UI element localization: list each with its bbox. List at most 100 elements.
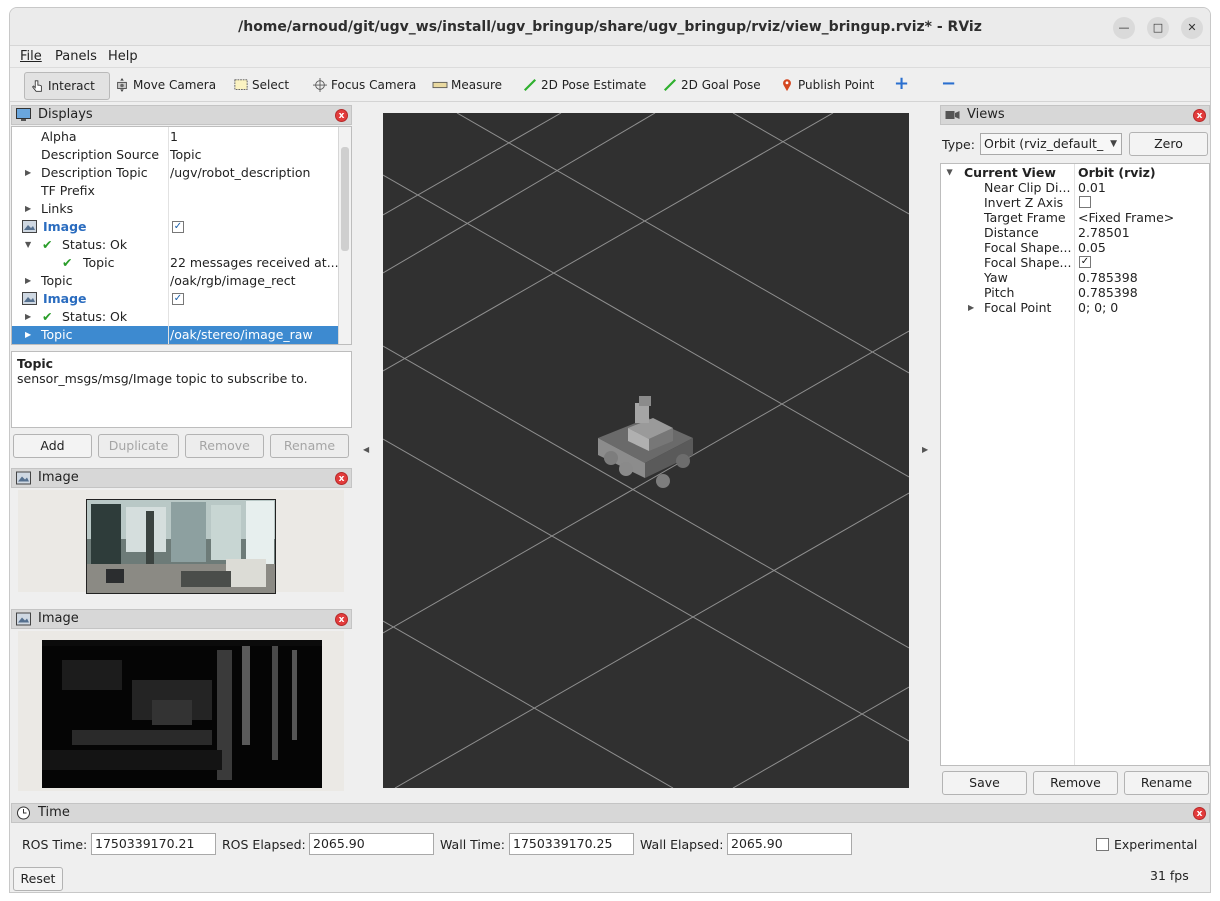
displays-panel-header[interactable]: Displays x (11, 105, 352, 125)
publish-point-tool-button[interactable]: Publish Point (779, 75, 874, 97)
tree-row[interactable]: ▶ Description Topic/ugv/robot_description (12, 164, 351, 182)
experimental-checkbox[interactable] (1096, 838, 1109, 851)
row-value[interactable]: /ugv/robot_description (170, 164, 310, 182)
invert-z-checkbox[interactable] (1079, 196, 1091, 208)
left-collapse-arrow-icon[interactable]: ◀ (363, 445, 369, 454)
view-prop-row[interactable]: Near Clip Di... 0.01 (941, 180, 1209, 195)
close-window-button[interactable]: ✕ (1181, 17, 1203, 39)
right-collapse-arrow-icon[interactable]: ▶ (922, 445, 928, 454)
remove-display-button[interactable]: Remove (185, 434, 264, 458)
scrollbar-thumb[interactable] (341, 147, 349, 251)
close-image-panel-2-icon[interactable]: x (335, 613, 348, 626)
row-value[interactable]: 0.785398 (1078, 270, 1138, 285)
maximize-button[interactable]: □ (1147, 17, 1169, 39)
time-panel-header[interactable]: Time x (11, 803, 1210, 823)
view-type-select[interactable]: Orbit (rviz_default_ ▼ (980, 133, 1122, 155)
image-panel-1-view (18, 490, 344, 594)
rename-display-button[interactable]: Rename (270, 434, 349, 458)
tree-row[interactable]: Alpha 1 (12, 128, 351, 146)
expand-arrow-icon[interactable]: ▶ (25, 308, 31, 326)
rename-view-button[interactable]: Rename (1124, 771, 1209, 795)
add-tool-button[interactable]: + (894, 75, 909, 97)
menu-panels[interactable]: Panels (55, 49, 97, 64)
image-enabled-checkbox[interactable]: ✓ (172, 221, 184, 233)
tree-row[interactable]: Description Source Topic (12, 146, 351, 164)
displays-tree[interactable]: Alpha 1 Description Source Topic ▶ Descript… (11, 126, 352, 345)
image-panel-2-header[interactable]: Image x (11, 609, 352, 629)
view-prop-row[interactable]: Target Frame <Fixed Frame> (941, 210, 1209, 225)
save-view-button[interactable]: Save (942, 771, 1027, 795)
view-properties-tree[interactable]: ▶ Current View Orbit (rviz) Near Clip Di… (940, 163, 1210, 766)
tree-row[interactable]: ✔ Topic 22 messages received at... (12, 254, 351, 272)
ros-elapsed-field[interactable]: 2065.90 (309, 833, 434, 855)
view-prop-row[interactable]: ▶ Focal Point 0; 0; 0 (941, 300, 1209, 315)
row-value[interactable]: /oak/stereo/image_raw (170, 326, 313, 344)
remove-tool-button[interactable]: − (941, 75, 956, 97)
view-prop-row[interactable]: Focal Shape... 0.05 (941, 240, 1209, 255)
close-image-panel-1-icon[interactable]: x (335, 472, 348, 485)
focus-camera-tool-button[interactable]: Focus Camera (312, 75, 416, 97)
expand-arrow-icon[interactable]: ▶ (968, 300, 974, 315)
row-value[interactable]: 0.05 (1078, 240, 1106, 255)
menu-file[interactable]: File (20, 49, 42, 64)
title-bar[interactable]: /home/arnoud/git/ugv_ws/install/ugv_brin… (10, 8, 1210, 46)
view-prop-row[interactable]: Focal Shape... ✓ (941, 255, 1209, 270)
tree-row[interactable]: ▶ ✔ Status: Ok (12, 236, 351, 254)
menu-help[interactable]: Help (108, 49, 138, 64)
view-prop-row[interactable]: Distance 2.78501 (941, 225, 1209, 240)
row-value[interactable]: 0.785398 (1078, 285, 1138, 300)
close-time-icon[interactable]: x (1193, 807, 1206, 820)
row-key: Yaw (984, 270, 1008, 285)
image-panel-1-header[interactable]: Image x (11, 468, 352, 488)
collapse-arrow-icon[interactable]: ▶ (19, 242, 37, 248)
move-camera-tool-button[interactable]: Move Camera (114, 75, 216, 97)
duplicate-display-button[interactable]: Duplicate (98, 434, 179, 458)
image-panel-2-title: Image (38, 611, 79, 626)
interact-tool-button[interactable]: Interact (24, 72, 110, 100)
wall-elapsed-field[interactable]: 2065.90 (727, 833, 852, 855)
image-enabled-checkbox[interactable]: ✓ (172, 293, 184, 305)
goal-pose-tool-button[interactable]: 2D Goal Pose (662, 75, 761, 97)
reset-button[interactable]: Reset (13, 867, 63, 891)
render-viewport[interactable] (383, 113, 909, 788)
wall-time-field[interactable]: 1750339170.25 (509, 833, 634, 855)
view-type-label: Type: (942, 137, 975, 152)
row-value[interactable]: <Fixed Frame> (1078, 210, 1174, 225)
row-value[interactable]: Topic (170, 146, 201, 164)
close-views-icon[interactable]: x (1193, 109, 1206, 122)
view-prop-row[interactable]: Yaw 0.785398 (941, 270, 1209, 285)
close-displays-icon[interactable]: x (335, 109, 348, 122)
ros-time-field[interactable]: 1750339170.21 (91, 833, 216, 855)
expand-arrow-icon[interactable]: ▶ (25, 200, 31, 218)
current-view-row[interactable]: ▶ Current View Orbit (rviz) (941, 165, 1209, 180)
displays-scrollbar[interactable] (338, 127, 351, 344)
remove-view-button[interactable]: Remove (1033, 771, 1118, 795)
row-value[interactable]: /oak/rgb/image_rect (170, 272, 295, 290)
tree-row-image-display[interactable]: Image ✓ (12, 218, 351, 236)
select-box-icon (234, 79, 248, 90)
row-value[interactable]: 1 (170, 128, 178, 146)
tree-row[interactable]: ▶ Topic/oak/rgb/image_rect (12, 272, 351, 290)
tree-row-image-display[interactable]: Image ✓ (12, 290, 351, 308)
focal-shape-checkbox[interactable]: ✓ (1079, 256, 1091, 268)
row-value[interactable]: 2.78501 (1078, 225, 1130, 240)
minimize-button[interactable]: — (1113, 17, 1135, 39)
tree-row[interactable]: TF Prefix (12, 182, 351, 200)
expand-arrow-icon[interactable]: ▶ (25, 326, 31, 344)
view-prop-row[interactable]: Pitch 0.785398 (941, 285, 1209, 300)
expand-arrow-icon[interactable]: ▶ (25, 272, 31, 290)
expand-arrow-icon[interactable]: ▶ (25, 164, 31, 182)
measure-tool-button[interactable]: Measure (432, 75, 502, 97)
row-value[interactable]: 0.01 (1078, 180, 1106, 195)
add-display-button[interactable]: Add (13, 434, 92, 458)
zero-view-button[interactable]: Zero (1129, 132, 1208, 156)
row-value[interactable]: 0; 0; 0 (1078, 300, 1118, 315)
tree-row-selected[interactable]: ▶ Topic/oak/stereo/image_raw (12, 326, 340, 344)
tree-row[interactable]: ▶ ✔ Status: Ok (12, 308, 351, 326)
select-tool-button[interactable]: Select (233, 75, 289, 97)
pose-estimate-tool-button[interactable]: 2D Pose Estimate (522, 75, 646, 97)
view-prop-row[interactable]: Invert Z Axis (941, 195, 1209, 210)
collapse-arrow-icon[interactable]: ▶ (943, 169, 958, 175)
tree-row[interactable]: ▶ Links (12, 200, 351, 218)
views-panel-header[interactable]: Views x (940, 105, 1210, 125)
